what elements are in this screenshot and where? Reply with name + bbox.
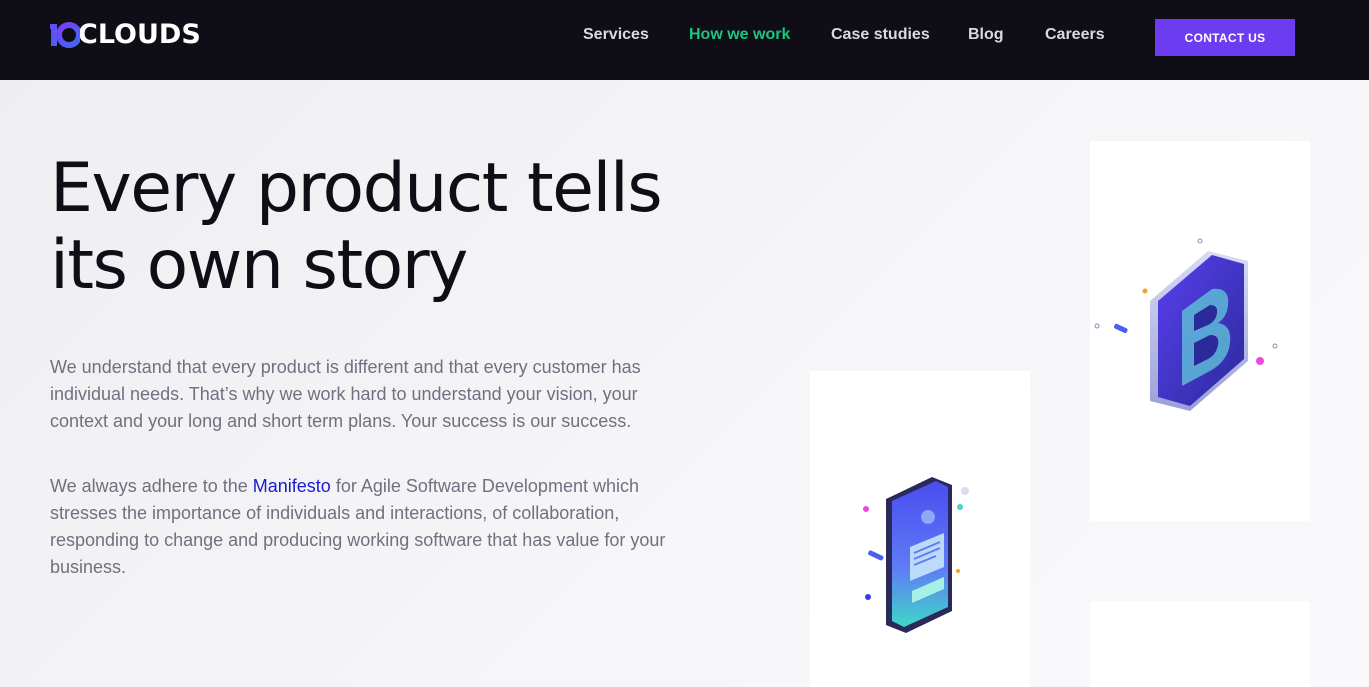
nav-item-how-we-work[interactable]: How we work (689, 26, 790, 44)
intro-paragraph: We understand that every product is diff… (50, 357, 641, 431)
manifesto-link[interactable]: Manifesto (253, 476, 331, 496)
illustration-card-b (1090, 141, 1310, 521)
nav-item-services[interactable]: Services (583, 26, 649, 44)
logo-mark-icon (50, 20, 82, 48)
smartphone-icon (863, 477, 969, 633)
illustration-card-phone (810, 371, 1030, 687)
nav-item-case-studies[interactable]: Case studies (831, 26, 930, 44)
manifesto-text-before: We always adhere to the (50, 476, 253, 496)
manifesto-paragraph: We always adhere to the Manifesto for Ag… (50, 473, 680, 581)
top-navigation-bar: CLOUDS Services How we work Case studies… (0, 0, 1369, 80)
illustration-card-partial (1090, 601, 1310, 687)
logo-wordmark: CLOUDS (78, 18, 201, 50)
page-title: Every product tells its own story (50, 150, 750, 304)
logo[interactable]: CLOUDS (50, 18, 201, 50)
nav-item-careers[interactable]: Careers (1045, 26, 1105, 44)
letter-b-tile-icon (1094, 238, 1278, 411)
nav-item-blog[interactable]: Blog (968, 26, 1004, 44)
title-line-2: its own story (50, 226, 468, 305)
contact-us-button[interactable]: CONTACT US (1155, 19, 1295, 56)
title-line-1: Every product tells (50, 149, 663, 228)
